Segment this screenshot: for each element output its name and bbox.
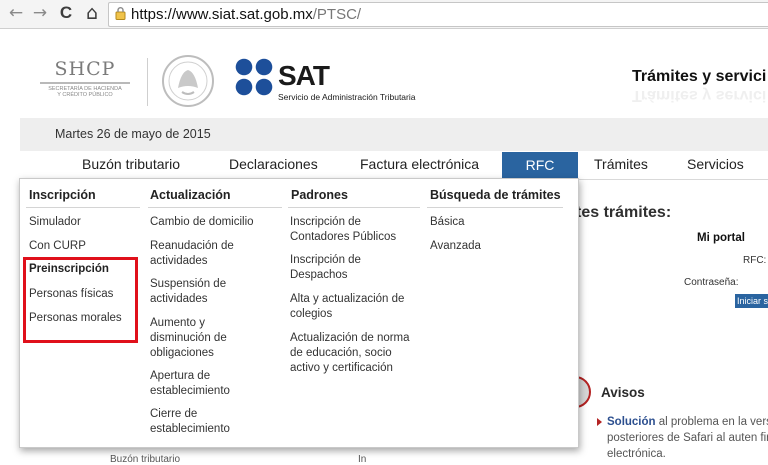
bottom-link-cut-2[interactable]: In (358, 454, 366, 465)
link-aumento-disminucion[interactable]: Aumento y disminución de obligaciones (150, 316, 252, 361)
link-despachos[interactable]: Inscripción de Despachos (290, 253, 390, 283)
sat-logo-icon (235, 58, 273, 96)
shcp-rule (40, 82, 130, 84)
back-arrow-icon[interactable]: ← (6, 3, 26, 23)
col-rule-3 (288, 207, 420, 208)
link-cierre[interactable]: Cierre de establecimiento (150, 407, 250, 437)
link-apertura[interactable]: Apertura de establecimiento (150, 369, 250, 399)
link-con-curp[interactable]: Con CURP (29, 239, 86, 254)
nav-buzon-tributario[interactable]: Buzón tributario (82, 156, 180, 172)
main-nav: Buzón tributario Declaraciones Factura e… (20, 152, 768, 180)
address-bar[interactable]: https://www.siat.sat.gob.mx/PTSC/ (108, 2, 768, 27)
col-rule-4 (427, 207, 563, 208)
shcp-logo[interactable]: SHCP SECRETARÍA DE HACIENDA Y CRÉDITO PÚ… (36, 58, 134, 98)
lock-icon (115, 7, 126, 20)
shcp-subtitle-2: Y CRÉDITO PÚBLICO (57, 92, 113, 98)
col-rule-2 (148, 207, 282, 208)
link-reanudacion[interactable]: Reanudación de actividades (150, 239, 250, 269)
forward-arrow-icon[interactable]: → (30, 3, 50, 23)
header-title-reflection: Trámites y servici (632, 87, 767, 104)
url-path: /PTSC/ (312, 6, 362, 23)
link-contadores-publicos[interactable]: Inscripción de Contadores Públicos (290, 215, 408, 245)
avisos-title: Avisos (601, 385, 645, 400)
home-icon[interactable]: ⌂ (82, 3, 102, 23)
rfc-label: RFC: (743, 255, 767, 266)
col-head-busqueda: Búsqueda de trámites (430, 188, 561, 202)
nav-declaraciones[interactable]: Declaraciones (229, 156, 318, 172)
nav-servicios[interactable]: Servicios (687, 156, 744, 172)
link-norma-educacion[interactable]: Actualización de norma de educación, soc… (290, 331, 410, 376)
aviso-bullet-icon (597, 418, 602, 426)
col-head-inscripcion: Inscripción (29, 188, 96, 202)
reload-icon[interactable]: C (56, 3, 76, 23)
nav-rfc[interactable]: RFC (502, 152, 578, 180)
url-domain: https://www.siat.sat.gob.mx (131, 6, 313, 23)
nav-tramites[interactable]: Trámites (594, 156, 648, 172)
bottom-link-cut[interactable]: Buzón tributario (110, 454, 180, 465)
section-heading: tes trámites: (576, 204, 672, 221)
password-label: Contraseña: (684, 277, 739, 288)
aviso-item[interactable]: Solución al problema en la vers y poster… (607, 414, 768, 462)
header-divider (147, 58, 148, 106)
browser-toolbar: ← → C ⌂ https://www.siat.sat.gob.mx/PTSC… (0, 0, 768, 29)
aviso-bold-link[interactable]: Solución (607, 416, 656, 428)
sat-fullname: Servicio de Administración Tributaria (278, 92, 416, 102)
nav-factura-electronica[interactable]: Factura electrónica (360, 156, 479, 172)
current-date: Martes 26 de mayo de 2015 (55, 127, 211, 141)
link-suspension[interactable]: Suspensión de actividades (150, 277, 250, 307)
mi-portal-title: Mi portal (697, 232, 745, 244)
link-avanzada[interactable]: Avanzada (430, 239, 481, 254)
login-button[interactable]: Iniciar s (735, 294, 768, 308)
col-rule-1 (26, 207, 140, 208)
link-alta-colegios[interactable]: Alta y actualización de colegios (290, 292, 412, 322)
highlight-box (23, 257, 138, 343)
national-seal-icon (162, 55, 214, 107)
url-text: https://www.siat.sat.gob.mx/PTSC/ (131, 6, 361, 23)
col-head-padrones: Padrones (291, 188, 348, 202)
sat-wordmark: SAT (278, 60, 330, 91)
link-simulador[interactable]: Simulador (29, 215, 81, 230)
shcp-title: SHCP (54, 58, 116, 80)
link-basica[interactable]: Básica (430, 215, 465, 230)
col-head-actualizacion: Actualización (150, 188, 231, 202)
header-section-title: Trámites y servici (632, 68, 767, 85)
rfc-dropdown-menu: Inscripción Simulador Con CURP Preinscri… (19, 178, 579, 448)
link-cambio-domicilio[interactable]: Cambio de domicilio (150, 215, 268, 230)
date-bar: Martes 26 de mayo de 2015 (20, 118, 768, 151)
